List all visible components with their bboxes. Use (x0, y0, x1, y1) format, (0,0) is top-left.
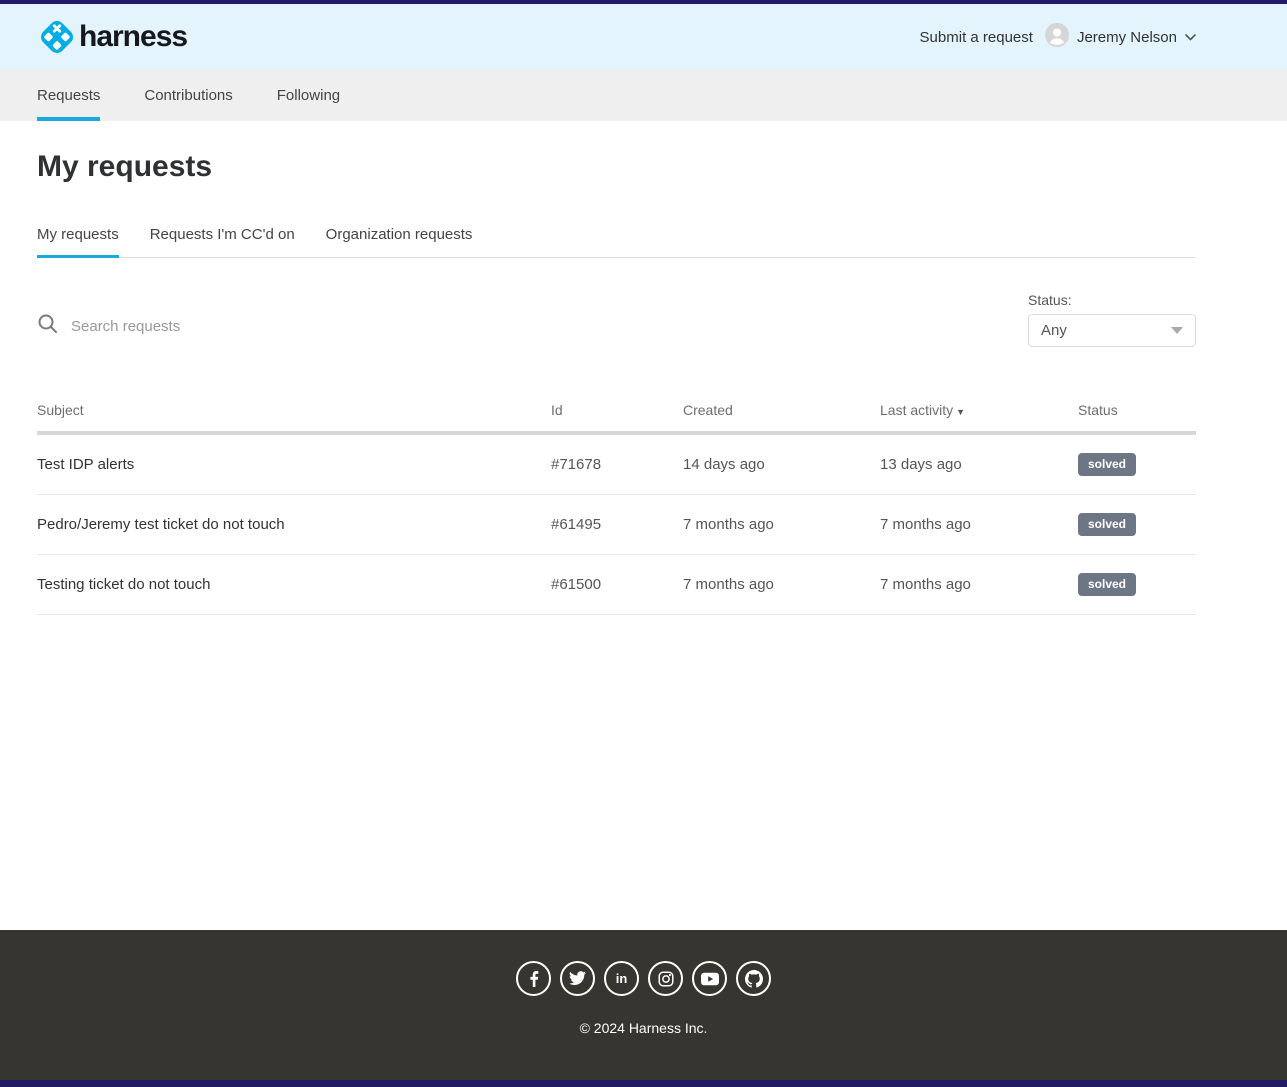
footer: in © 2024 Harness Inc. (0, 930, 1287, 1080)
user-menu[interactable]: Jeremy Nelson (1045, 23, 1196, 52)
cell-id: #61500 (551, 576, 683, 593)
main-content: My requests My requests Requests I'm CC'… (0, 121, 1287, 930)
cell-subject[interactable]: Pedro/Jeremy test ticket do not touch (37, 516, 551, 533)
linkedin-icon[interactable]: in (604, 961, 639, 996)
site-header: harness Submit a request Jeremy Nelson (0, 4, 1287, 70)
search-input[interactable] (71, 318, 451, 335)
status-select[interactable]: Any (1028, 314, 1196, 347)
status-label: Status: (1028, 292, 1196, 308)
sort-desc-icon: ▼ (956, 407, 965, 417)
cell-subject[interactable]: Testing ticket do not touch (37, 576, 551, 593)
col-header-last-activity[interactable]: Last activity▼ (880, 402, 1078, 418)
table-row[interactable]: Test IDP alerts #71678 14 days ago 13 da… (37, 435, 1196, 495)
user-name: Jeremy Nelson (1077, 29, 1177, 46)
cell-id: #71678 (551, 456, 683, 473)
filter-row: Status: Any (37, 292, 1196, 347)
harness-logo-icon (37, 17, 77, 57)
status-badge: solved (1078, 453, 1136, 475)
table-row[interactable]: Testing ticket do not touch #61500 7 mon… (37, 555, 1196, 615)
cell-last-activity: 7 months ago (880, 516, 1078, 533)
status-badge: solved (1078, 513, 1136, 535)
cell-last-activity: 7 months ago (880, 576, 1078, 593)
page-title: My requests (37, 121, 1196, 184)
twitter-icon[interactable] (560, 961, 595, 996)
cell-created: 7 months ago (683, 516, 880, 533)
bottom-brand-strip (0, 1080, 1287, 1087)
cell-last-activity: 13 days ago (880, 456, 1078, 473)
facebook-icon[interactable] (516, 961, 551, 996)
col-header-created: Created (683, 402, 880, 418)
cell-created: 7 months ago (683, 576, 880, 593)
status-badge: solved (1078, 573, 1136, 595)
col-header-subject: Subject (37, 402, 551, 418)
cell-id: #61495 (551, 516, 683, 533)
requests-subtabs: My requests Requests I'm CC'd on Organiz… (37, 226, 1196, 258)
col-header-status: Status (1078, 402, 1196, 418)
col-header-id: Id (551, 402, 683, 418)
main-nav: Requests Contributions Following (0, 70, 1287, 121)
social-links: in (0, 961, 1287, 996)
requests-table: Subject Id Created Last activity▼ Status… (37, 402, 1196, 615)
github-icon[interactable] (736, 961, 771, 996)
subtab-my-requests[interactable]: My requests (37, 226, 119, 257)
harness-logo[interactable]: harness (37, 17, 187, 57)
harness-wordmark: harness (79, 20, 187, 54)
nav-tab-contributions[interactable]: Contributions (144, 70, 232, 121)
cell-status: solved (1078, 513, 1196, 535)
nav-tab-following[interactable]: Following (277, 70, 340, 121)
table-header-row: Subject Id Created Last activity▼ Status (37, 402, 1196, 435)
status-filter: Status: Any (1028, 292, 1196, 347)
search-icon (37, 313, 59, 340)
cell-created: 14 days ago (683, 456, 880, 473)
cell-status: solved (1078, 453, 1196, 475)
table-row[interactable]: Pedro/Jeremy test ticket do not touch #6… (37, 495, 1196, 555)
status-select-value: Any (1041, 322, 1067, 339)
subtab-organization-requests[interactable]: Organization requests (326, 226, 473, 257)
chevron-down-icon (1185, 28, 1196, 46)
copyright-text: © 2024 Harness Inc. (0, 1020, 1287, 1036)
select-arrow-icon (1171, 327, 1183, 334)
avatar (1045, 23, 1069, 52)
submit-request-link[interactable]: Submit a request (920, 29, 1033, 46)
cell-status: solved (1078, 573, 1196, 595)
youtube-icon[interactable] (692, 961, 727, 996)
instagram-icon[interactable] (648, 961, 683, 996)
nav-tab-requests[interactable]: Requests (37, 70, 100, 121)
search-box (37, 313, 451, 340)
cell-subject[interactable]: Test IDP alerts (37, 456, 551, 473)
subtab-ccd-requests[interactable]: Requests I'm CC'd on (150, 226, 295, 257)
